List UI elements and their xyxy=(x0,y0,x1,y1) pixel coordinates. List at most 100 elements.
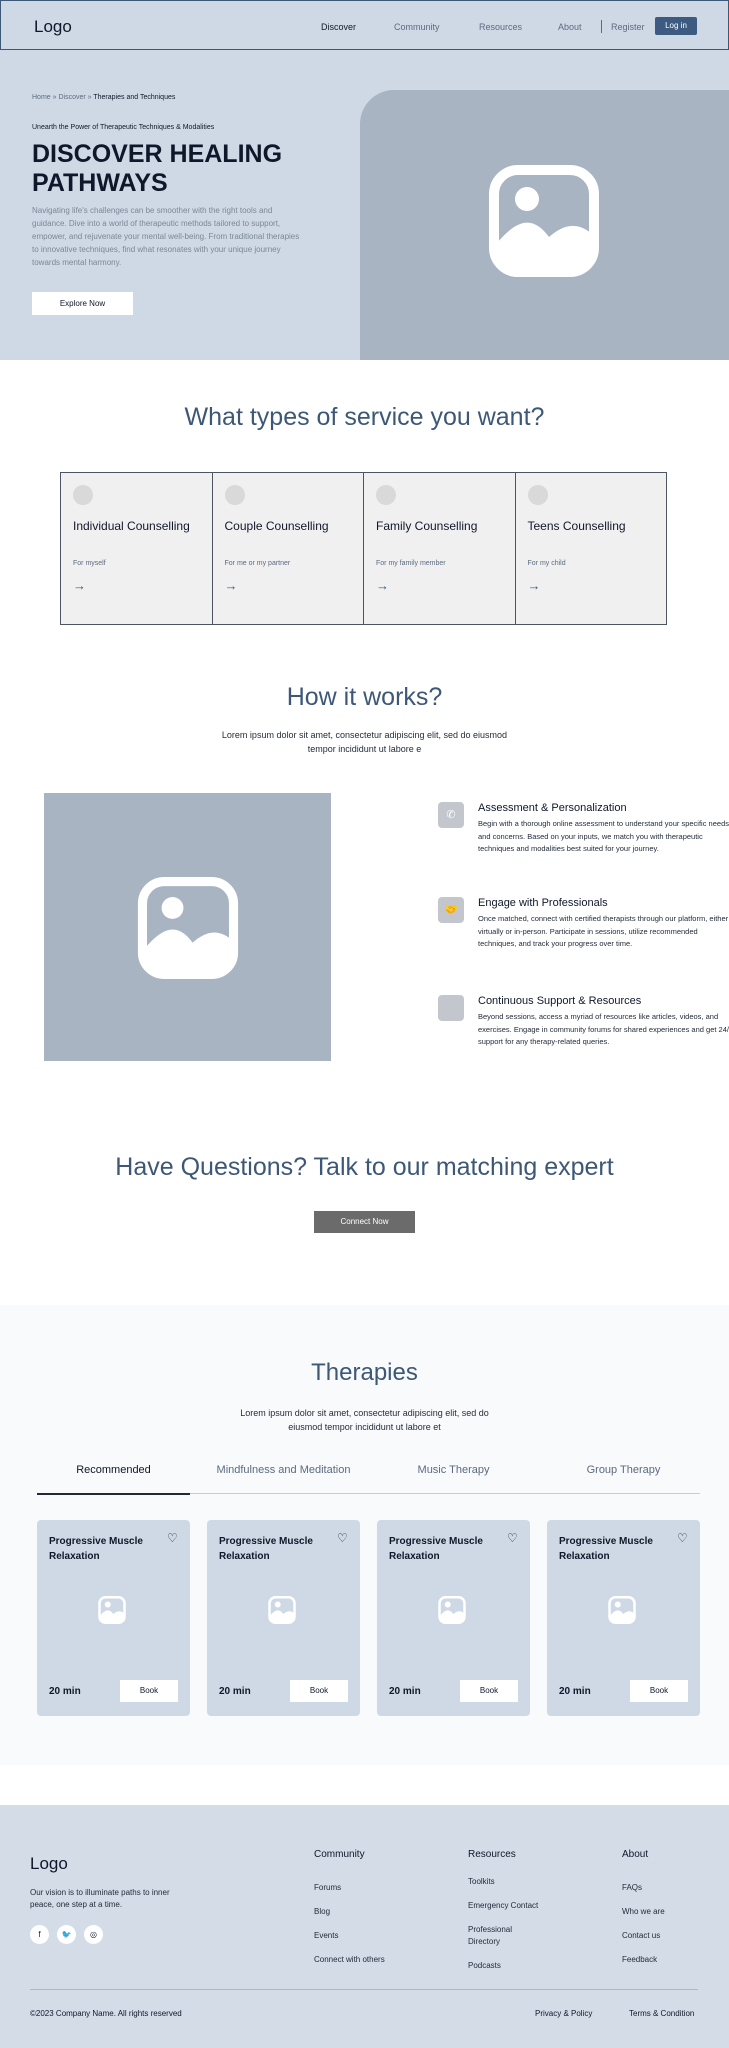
step-title: Assessment & Personalization xyxy=(478,802,627,814)
therapy-card[interactable]: Progressive Muscle Relaxation ♡ 20 min B… xyxy=(547,1520,700,1716)
heart-icon[interactable]: ♡ xyxy=(507,1531,518,1545)
therapy-card[interactable]: Progressive Muscle Relaxation ♡ 20 min B… xyxy=(377,1520,530,1716)
footer-link-contact[interactable]: Contact us xyxy=(622,1930,712,1942)
therapy-card[interactable]: Progressive Muscle Relaxation ♡ 20 min B… xyxy=(37,1520,190,1716)
footer-link-directory[interactable]: Professional Directory xyxy=(468,1924,538,1948)
footer-link-podcasts[interactable]: Podcasts xyxy=(468,1960,558,1972)
hero-image-placeholder xyxy=(360,90,729,360)
footer: Logo Our vision is to illuminate paths t… xyxy=(0,1805,729,2048)
how-it-works-title: How it works? xyxy=(286,683,443,711)
copyright: ©2023 Company Name. All rights reserved xyxy=(30,2009,182,2018)
instagram-icon[interactable]: ◎ xyxy=(84,1925,103,1944)
service-icon xyxy=(527,485,548,505)
service-card-subtitle: For myself xyxy=(73,560,106,567)
arrow-right-icon[interactable]: → xyxy=(225,578,238,593)
explore-now-button[interactable]: Explore Now xyxy=(32,292,133,315)
tab-music-therapy[interactable]: Music Therapy xyxy=(377,1464,530,1476)
footer-vision: Our vision is to illuminate paths to inn… xyxy=(30,1888,170,1909)
footer-divider xyxy=(30,1989,698,1990)
hero-section: Home » Discover » Therapies and Techniqu… xyxy=(0,50,729,360)
how-image-placeholder xyxy=(44,793,331,1061)
nav-logo[interactable]: Logo xyxy=(34,17,72,37)
footer-link-who-we-are[interactable]: Who we are xyxy=(622,1906,712,1918)
footer-link-emergency[interactable]: Emergency Contact xyxy=(468,1900,558,1912)
book-button[interactable]: Book xyxy=(120,1680,178,1702)
nav-link-resources[interactable]: Resources xyxy=(479,22,522,32)
arrow-right-icon[interactable]: → xyxy=(376,578,389,593)
service-card-family[interactable]: Family Counselling For my family member … xyxy=(364,473,516,624)
service-card-couple[interactable]: Couple Counselling For me or my partner … xyxy=(212,473,364,624)
service-card-individual[interactable]: Individual Counselling For myself → xyxy=(61,473,213,624)
therapy-name: Progressive Muscle Relaxation xyxy=(559,1536,653,1562)
questions-title: Have Questions? Talk to our matching exp… xyxy=(115,1153,614,1181)
service-card-title: Couple Counselling xyxy=(224,519,329,533)
footer-link-faqs[interactable]: FAQs xyxy=(622,1882,712,1894)
step-text: Once matched, connect with certified the… xyxy=(478,914,729,948)
image-icon xyxy=(489,165,599,277)
service-icon xyxy=(376,485,396,505)
therapy-duration: 20 min xyxy=(559,1686,591,1697)
step-title: Continuous Support & Resources xyxy=(478,995,642,1007)
nav-link-about[interactable]: About xyxy=(558,22,582,32)
image-icon xyxy=(268,1596,296,1624)
therapy-duration: 20 min xyxy=(389,1686,421,1697)
image-icon xyxy=(438,1596,466,1624)
footer-col-resources-title: Resources xyxy=(468,1849,516,1860)
service-card-teens[interactable]: Teens Counselling For my child → xyxy=(515,473,666,624)
services-title: What types of service you want? xyxy=(184,403,545,431)
nav-divider xyxy=(601,20,602,33)
footer-link-forums[interactable]: Forums xyxy=(314,1882,404,1894)
top-nav: Logo Discover Community Resources About … xyxy=(0,0,729,50)
footer-logo[interactable]: Logo xyxy=(30,1854,68,1874)
footer-link-feedback[interactable]: Feedback xyxy=(622,1954,712,1966)
service-cards: Individual Counselling For myself → Coup… xyxy=(60,472,667,625)
tab-recommended[interactable]: Recommended xyxy=(37,1464,190,1476)
therapies-title: Therapies xyxy=(311,1359,418,1386)
therapies-section: Therapies Lorem ipsum dolor sit amet, co… xyxy=(0,1305,729,1765)
therapy-tabs: Recommended Mindfulness and Meditation M… xyxy=(37,1454,700,1495)
therapy-duration: 20 min xyxy=(49,1686,81,1697)
step-title: Engage with Professionals xyxy=(478,897,608,909)
tab-group-therapy[interactable]: Group Therapy xyxy=(547,1464,700,1476)
arrow-right-icon[interactable]: → xyxy=(528,578,541,593)
terms-link[interactable]: Terms & Condition xyxy=(629,2009,694,2018)
therapy-card[interactable]: Progressive Muscle Relaxation ♡ 20 min B… xyxy=(207,1520,360,1716)
hero-description: Navigating life's challenges can be smoo… xyxy=(32,206,300,267)
service-card-title: Individual Counselling xyxy=(73,519,190,533)
connect-now-button[interactable]: Connect Now xyxy=(314,1211,415,1233)
service-card-subtitle: For me or my partner xyxy=(224,560,291,567)
handshake-icon: 🤝 xyxy=(438,897,464,923)
heart-icon[interactable]: ♡ xyxy=(167,1531,178,1545)
heart-icon[interactable]: ♡ xyxy=(337,1531,348,1545)
step-text: Begin with a thorough online assessment … xyxy=(478,819,729,853)
footer-link-blog[interactable]: Blog xyxy=(314,1906,404,1918)
login-button[interactable]: Log in xyxy=(655,17,697,35)
footer-link-connect[interactable]: Connect with others xyxy=(314,1954,404,1966)
privacy-link[interactable]: Privacy & Policy xyxy=(535,2009,592,2018)
nav-link-discover[interactable]: Discover xyxy=(321,22,356,32)
service-icon xyxy=(73,485,93,505)
nav-link-community[interactable]: Community xyxy=(394,22,440,32)
therapy-name: Progressive Muscle Relaxation xyxy=(49,1536,143,1562)
tab-mindfulness[interactable]: Mindfulness and Meditation xyxy=(207,1464,360,1476)
footer-link-toolkits[interactable]: Toolkits xyxy=(468,1876,558,1888)
twitter-icon[interactable]: 🐦 xyxy=(57,1925,76,1944)
breadcrumb-home[interactable]: Home xyxy=(32,94,51,101)
heart-icon[interactable]: ♡ xyxy=(677,1531,688,1545)
facebook-icon[interactable]: f xyxy=(30,1925,49,1944)
register-link[interactable]: Register xyxy=(611,22,645,32)
footer-link-events[interactable]: Events xyxy=(314,1930,404,1942)
book-button[interactable]: Book xyxy=(630,1680,688,1702)
therapy-name: Progressive Muscle Relaxation xyxy=(219,1536,313,1562)
step-text: Beyond sessions, access a myriad of reso… xyxy=(478,1012,729,1046)
arrow-right-icon[interactable]: → xyxy=(73,578,86,593)
therapies-subtitle: Lorem ipsum dolor sit amet, consectetur … xyxy=(240,1408,489,1432)
service-card-title: Family Counselling xyxy=(376,519,478,533)
book-button[interactable]: Book xyxy=(460,1680,518,1702)
hero-title: DISCOVER HEALING PATHWAYS xyxy=(32,140,283,197)
footer-col-about-title: About xyxy=(622,1849,649,1860)
therapy-name: Progressive Muscle Relaxation xyxy=(389,1536,483,1562)
book-button[interactable]: Book xyxy=(290,1680,348,1702)
breadcrumb-discover[interactable]: Discover xyxy=(58,94,85,101)
how-it-works-subtitle: Lorem ipsum dolor sit amet, consectetur … xyxy=(221,730,508,754)
